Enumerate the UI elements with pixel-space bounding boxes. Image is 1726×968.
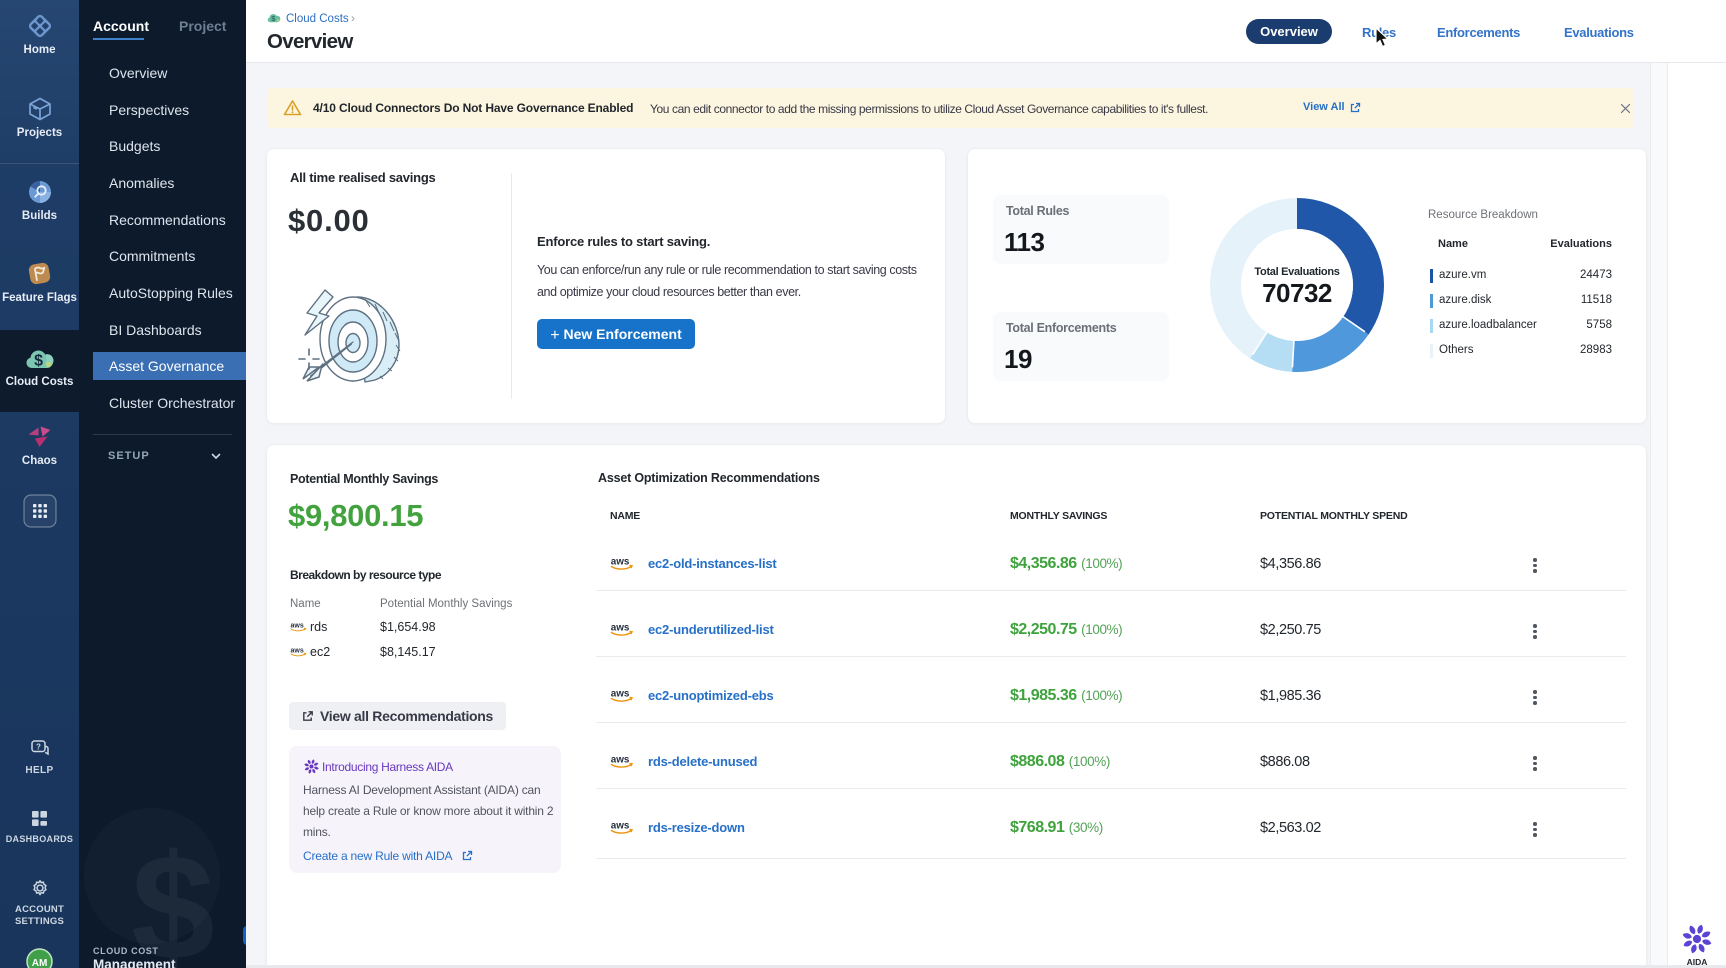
svg-text:aws: aws xyxy=(611,820,630,831)
svg-text:aws: aws xyxy=(611,754,630,765)
svg-text:?: ? xyxy=(36,742,41,751)
svg-text:aws: aws xyxy=(611,688,630,699)
svg-text:aws: aws xyxy=(291,648,304,655)
svg-text:aws: aws xyxy=(611,556,630,567)
svg-text:$: $ xyxy=(34,353,43,370)
svg-text:aws: aws xyxy=(611,622,630,633)
svg-text:AM: AM xyxy=(32,958,48,968)
svg-text:aws: aws xyxy=(291,623,304,630)
